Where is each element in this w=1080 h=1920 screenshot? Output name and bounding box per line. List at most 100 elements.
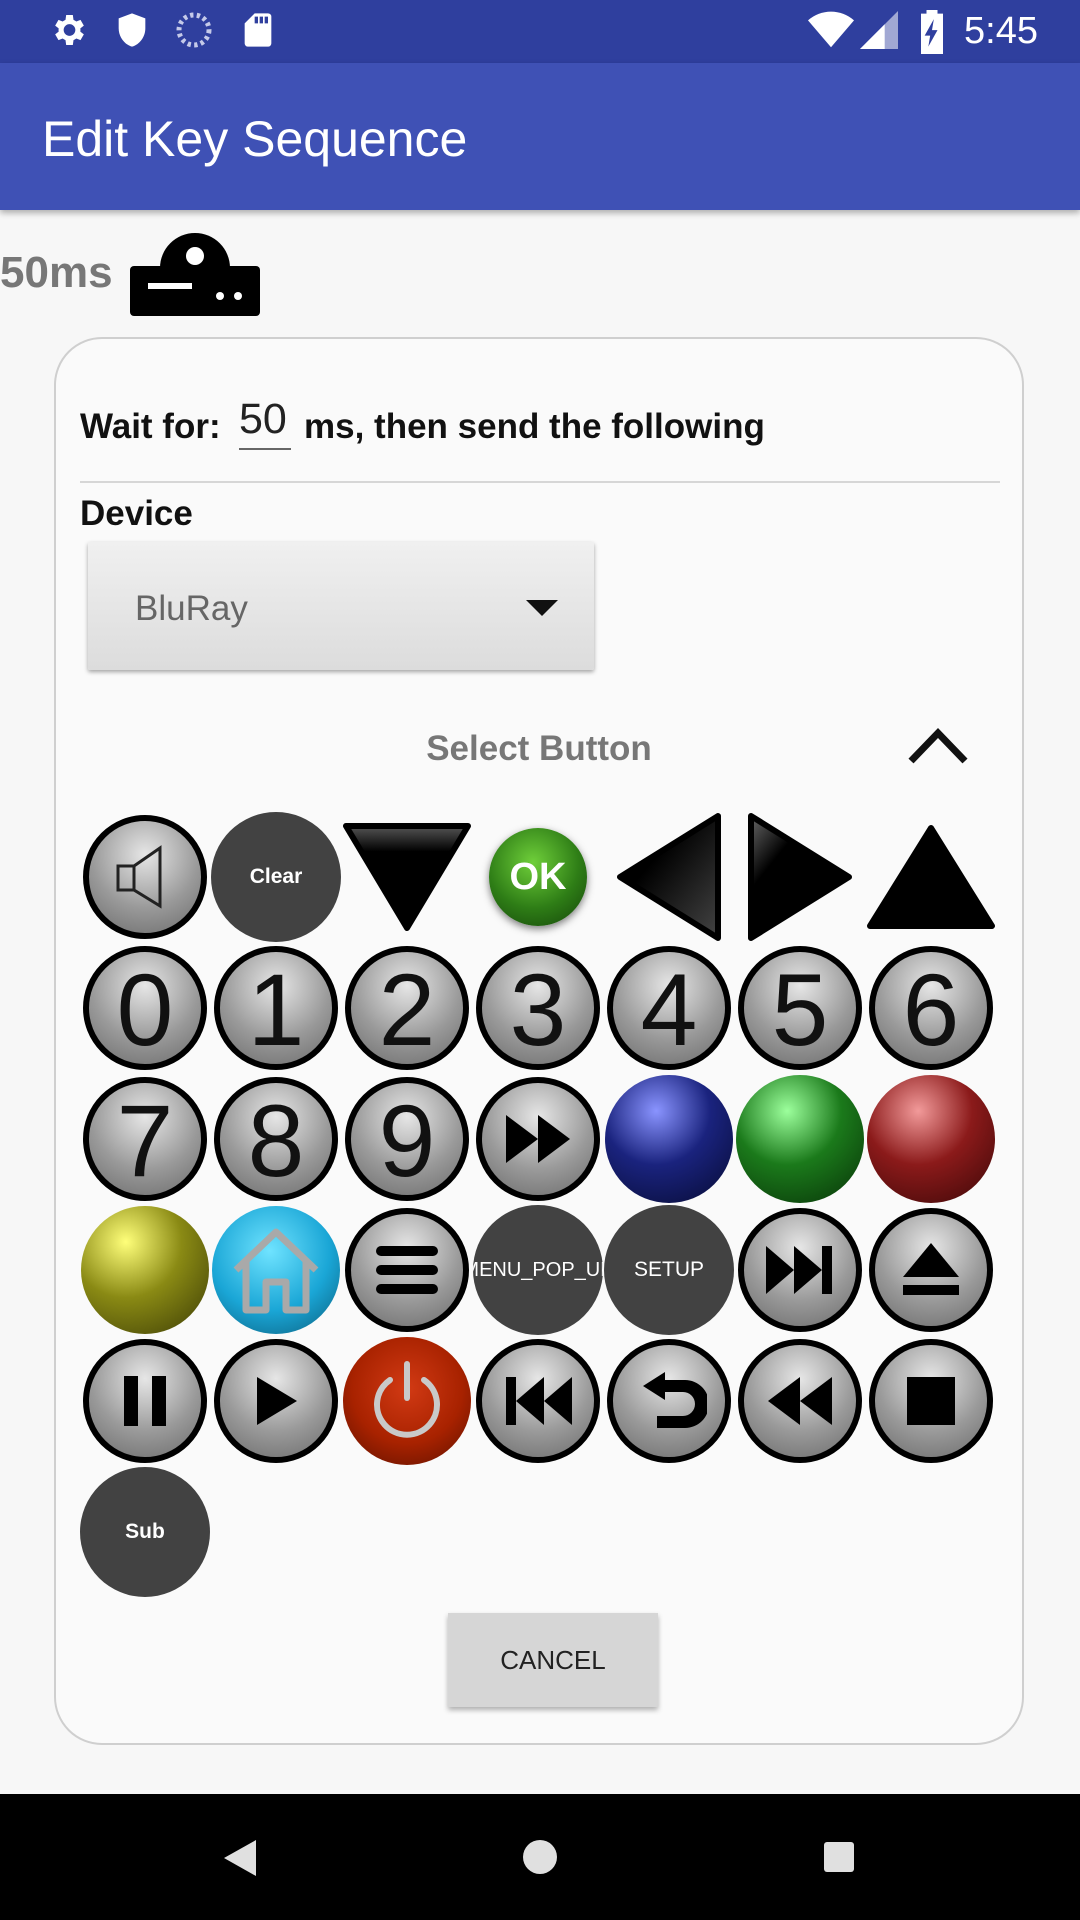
ok-label: OK xyxy=(489,828,587,926)
menu-popup-label: MENU_POP_UP xyxy=(473,1205,603,1335)
shield-icon xyxy=(118,13,146,47)
wifi-icon xyxy=(808,11,854,48)
red-ball xyxy=(867,1075,995,1203)
stop-button[interactable] xyxy=(866,1336,996,1466)
previous-button[interactable] xyxy=(473,1336,603,1466)
green-ball xyxy=(736,1075,864,1203)
digit-label: 7 xyxy=(116,1084,174,1198)
next-button[interactable] xyxy=(735,1205,865,1335)
left-button[interactable] xyxy=(604,812,734,942)
fast-forward-button[interactable] xyxy=(473,1074,603,1204)
red-button[interactable] xyxy=(866,1074,996,1204)
digit-7-button[interactable]: 7 xyxy=(80,1074,210,1204)
eject-icon xyxy=(903,1243,959,1295)
menu-button[interactable] xyxy=(342,1205,472,1335)
skip-next-icon xyxy=(766,1246,832,1294)
subtitle-button[interactable]: Sub xyxy=(80,1467,210,1597)
device-selected-value: BluRay xyxy=(135,589,248,628)
sequence-delay-label: 50ms xyxy=(0,248,113,297)
recents-nav-icon[interactable] xyxy=(822,1840,856,1874)
chevron-up-icon[interactable] xyxy=(905,723,971,767)
digit-6-button[interactable]: 6 xyxy=(866,943,996,1073)
digit-label: 0 xyxy=(116,953,174,1067)
dropdown-arrow-icon xyxy=(526,600,558,616)
select-button-title: Select Button xyxy=(426,729,652,768)
digit-3-button[interactable]: 3 xyxy=(473,943,603,1073)
arrow-up-icon xyxy=(867,825,995,929)
blue-ball xyxy=(605,1075,733,1203)
pause-button[interactable] xyxy=(80,1336,210,1466)
right-button[interactable] xyxy=(735,812,865,942)
play-icon xyxy=(257,1377,297,1425)
rewind-button[interactable] xyxy=(735,1336,865,1466)
gear-icon xyxy=(55,15,84,45)
digit-label: 9 xyxy=(378,1084,436,1198)
sync-icon xyxy=(176,12,212,48)
home-button[interactable] xyxy=(211,1205,341,1335)
sd-card-icon xyxy=(244,13,272,47)
cell-signal-icon xyxy=(860,11,898,49)
menu-icon xyxy=(376,1246,438,1294)
digit-5-button[interactable]: 5 xyxy=(735,943,865,1073)
home-icon xyxy=(233,1228,319,1314)
sub-label: Sub xyxy=(80,1467,210,1597)
skip-previous-icon xyxy=(506,1377,572,1425)
digit-label: 3 xyxy=(509,953,567,1067)
yellow-ball xyxy=(81,1206,209,1334)
digit-label: 5 xyxy=(771,953,829,1067)
power-icon xyxy=(374,1361,440,1438)
pause-icon xyxy=(124,1376,166,1426)
battery-charging-icon xyxy=(921,10,943,54)
digit-1-button[interactable]: 1 xyxy=(211,943,341,1073)
clear-button[interactable]: Clear xyxy=(211,812,341,942)
digit-8-button[interactable]: 8 xyxy=(211,1074,341,1204)
power-button[interactable] xyxy=(342,1336,472,1466)
arrow-down-icon xyxy=(343,823,471,931)
return-icon xyxy=(643,1372,707,1428)
status-bar: 5:45 xyxy=(0,0,1080,63)
digit-0-button[interactable]: 0 xyxy=(80,943,210,1073)
digit-2-button[interactable]: 2 xyxy=(342,943,472,1073)
digit-label: 6 xyxy=(902,953,960,1067)
back-nav-icon[interactable] xyxy=(222,1838,258,1878)
down-button[interactable] xyxy=(342,812,472,942)
up-button[interactable] xyxy=(866,812,996,942)
arrow-left-icon xyxy=(617,813,721,941)
menu-popup-button[interactable]: MENU_POP_UP xyxy=(473,1205,603,1335)
status-time: 5:45 xyxy=(964,10,1038,52)
digit-label: 8 xyxy=(247,1084,305,1198)
bluray-player-icon xyxy=(130,233,260,316)
home-nav-icon[interactable] xyxy=(521,1838,559,1876)
back-button[interactable] xyxy=(604,1336,734,1466)
green-button[interactable] xyxy=(735,1074,865,1204)
stop-icon xyxy=(907,1377,955,1425)
yellow-button[interactable] xyxy=(80,1205,210,1335)
eject-button[interactable] xyxy=(866,1205,996,1335)
setup-button[interactable]: SETUP xyxy=(604,1205,734,1335)
cancel-button[interactable]: CANCEL xyxy=(448,1613,658,1707)
wait-label: Wait for: xyxy=(80,407,221,446)
mute-button[interactable] xyxy=(80,812,210,942)
wait-ms-input[interactable] xyxy=(239,395,291,450)
digit-label: 1 xyxy=(247,953,305,1067)
digit-9-button[interactable]: 9 xyxy=(342,1074,472,1204)
fast-forward-icon xyxy=(506,1115,570,1163)
digit-label: 4 xyxy=(640,953,698,1067)
rewind-icon xyxy=(768,1377,832,1425)
arrow-right-icon xyxy=(748,813,852,941)
ok-button[interactable]: OK xyxy=(473,812,603,942)
speaker-mute-icon xyxy=(116,845,162,909)
device-label: Device xyxy=(80,494,193,533)
key-sequence-dialog: Wait for: ms, then send the following De… xyxy=(54,337,1024,1745)
blue-button[interactable] xyxy=(604,1074,734,1204)
play-button[interactable] xyxy=(211,1336,341,1466)
device-spinner[interactable]: BluRay xyxy=(88,542,594,670)
setup-label: SETUP xyxy=(604,1205,734,1335)
clear-label: Clear xyxy=(211,812,341,942)
app-title: Edit Key Sequence xyxy=(42,111,468,167)
navigation-bar xyxy=(0,1794,1080,1920)
wait-suffix: ms, then send the following xyxy=(304,407,765,446)
divider xyxy=(80,481,1000,483)
digit-4-button[interactable]: 4 xyxy=(604,943,734,1073)
app-bar: Edit Key Sequence xyxy=(0,63,1080,210)
